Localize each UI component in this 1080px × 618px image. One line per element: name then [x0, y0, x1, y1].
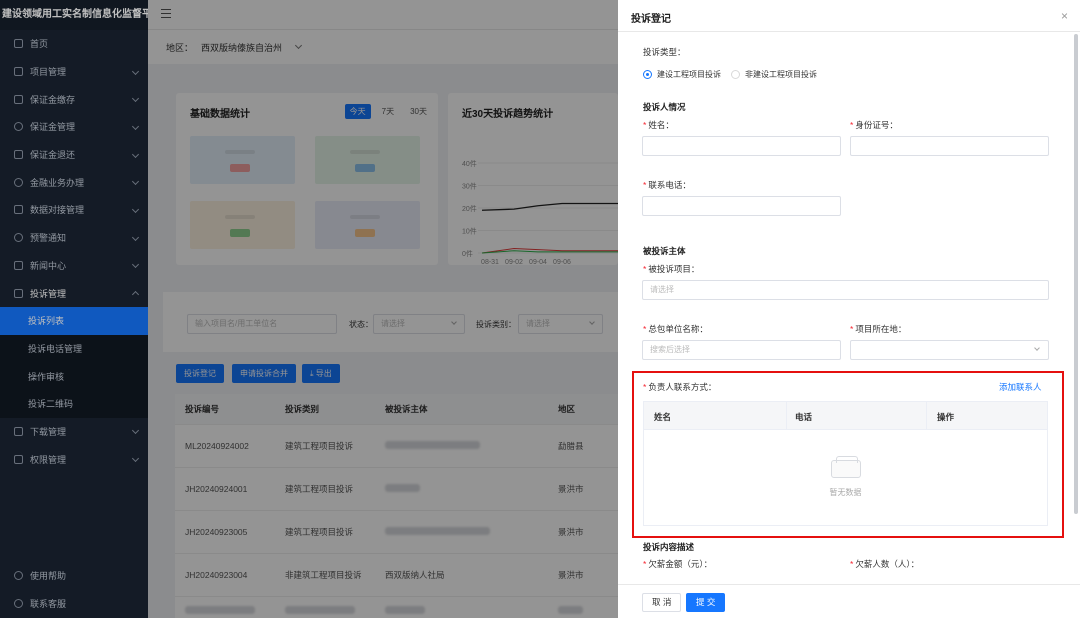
section-complainant: 投诉人情况	[643, 102, 686, 112]
drawer-header: 投诉登记 ×	[618, 0, 1080, 32]
radio-unchecked-icon	[731, 70, 740, 79]
cancel-button[interactable]: 取 消	[642, 593, 682, 612]
project-select[interactable]: 请选择	[642, 280, 1049, 300]
location-label: * 项目所在地：	[850, 324, 907, 334]
project-label: * 被投诉项目：	[643, 264, 700, 274]
highlight-box	[632, 371, 1064, 538]
chevron-down-icon	[1034, 345, 1040, 351]
modal-mask[interactable]	[148, 0, 618, 618]
drawer-scrollbar[interactable]	[1074, 34, 1078, 514]
modal-mask-sidebar	[0, 0, 148, 618]
drawer-title: 投诉登记	[631, 14, 671, 25]
drawer-footer: 取 消 提 交	[618, 584, 1080, 618]
location-select[interactable]	[850, 340, 1049, 360]
contractor-label: * 总包单位名称：	[643, 324, 708, 334]
section-content: 投诉内容描述	[643, 542, 695, 552]
complaint-type-label: 投诉类型：	[643, 47, 686, 57]
phone-label: * 联系电话：	[643, 180, 691, 190]
name-input[interactable]	[642, 136, 841, 156]
close-icon[interactable]: ×	[1061, 9, 1068, 23]
count-label: * 欠薪人数（人）：	[850, 559, 920, 569]
radio-non-construction[interactable]: 非建设工程项目投诉	[731, 69, 817, 80]
submit-button[interactable]: 提 交	[686, 593, 726, 612]
id-label: * 身份证号：	[850, 120, 898, 130]
section-subject: 被投诉主体	[643, 246, 686, 256]
radio-construction[interactable]: 建设工程项目投诉	[643, 69, 721, 80]
amount-label: * 欠薪金额（元）：	[643, 559, 713, 569]
radio-checked-icon	[643, 70, 652, 79]
phone-input[interactable]	[642, 196, 841, 216]
contractor-search[interactable]: 搜索后选择	[642, 340, 841, 360]
name-label: * 姓名：	[643, 120, 674, 130]
id-number-input[interactable]	[850, 136, 1049, 156]
